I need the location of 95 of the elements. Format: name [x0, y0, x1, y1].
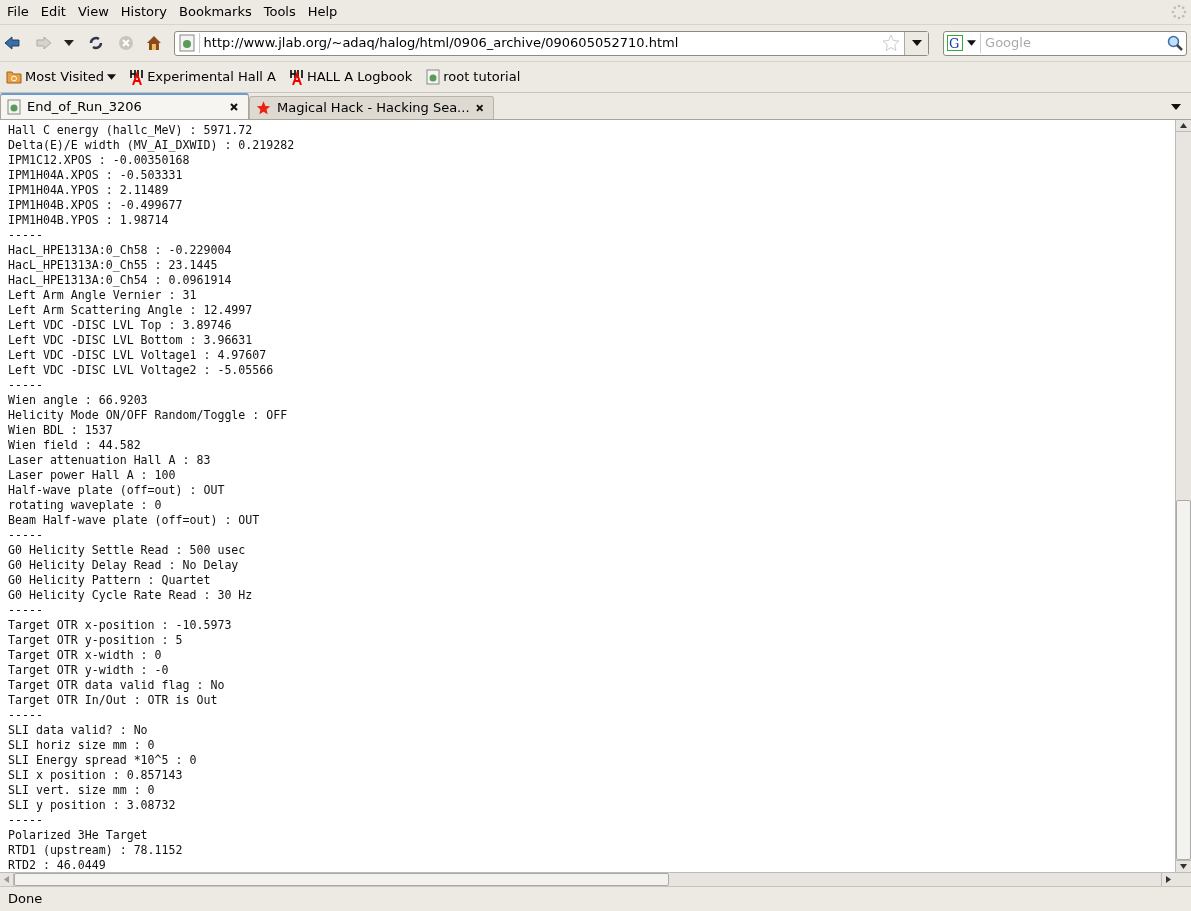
menu-item[interactable]: Bookmarks [174, 0, 257, 24]
throbber-icon [1171, 4, 1187, 20]
log-line: Laser attenuation Hall A : 83 [8, 453, 212, 468]
log-line: Hall C energy (hallc_MeV) : 5971.72 [8, 123, 254, 138]
hall-a-logo-icon [289, 69, 304, 85]
home-icon[interactable] [145, 35, 162, 51]
search-bar[interactable]: G Google [943, 30, 1187, 56]
search-field[interactable]: Google [980, 33, 1167, 53]
log-line: IPM1H04B.XPOS : -0.499677 [8, 198, 184, 213]
page-icon [178, 34, 195, 52]
caret-icon [107, 74, 117, 80]
menu-item[interactable]: Help [302, 0, 343, 24]
log-line: G0 Helicity Cycle Rate Read : 30 Hz [8, 588, 254, 603]
folder-icon [6, 69, 22, 85]
log-line: Left Arm Angle Vernier : 31 [8, 288, 198, 303]
scroll-up-icon[interactable] [1180, 123, 1187, 128]
menu-item[interactable]: Tools [258, 0, 301, 24]
caret-icon [911, 40, 922, 46]
page-icon [426, 69, 441, 85]
log-line: ----- [8, 813, 44, 828]
page-icon [7, 99, 21, 115]
star-icon [256, 100, 271, 116]
log-line: Target OTR data valid flag : No [8, 678, 226, 693]
log-line: Half-wave plate (off=out) : OUT [8, 483, 226, 498]
dropdown-button[interactable] [904, 31, 929, 55]
log-line: Left VDC -DISC LVL Top : 3.89746 [8, 318, 233, 333]
log-line: Wien BDL : 1537 [8, 423, 114, 438]
scrollbar-thumb[interactable] [1176, 500, 1191, 860]
log-line: Left VDC -DISC LVL Voltage2 : -5.05566 [8, 363, 275, 378]
log-line: SLI horiz size mm : 0 [8, 738, 156, 753]
search-icon[interactable] [1167, 35, 1183, 51]
log-line: HacL_HPE1313A:0_Ch55 : 23.1445 [8, 258, 219, 273]
log-line: Beam Half-wave plate (off=out) : OUT [8, 513, 261, 528]
log-line: Laser power Hall A : 100 [8, 468, 177, 483]
menu-item[interactable]: File [2, 0, 34, 24]
log-line: SLI data valid? : No [8, 723, 149, 738]
hall-a-logo-icon [130, 69, 145, 85]
browser-tab[interactable]: Magical Hack - Hacking Sea... [249, 96, 494, 119]
log-line: Helicity Mode ON/OFF Random/Toggle : OFF [8, 408, 289, 423]
log-line: G0 Helicity Pattern : Quartet [8, 573, 212, 588]
log-line: SLI vert. size mm : 0 [8, 783, 156, 798]
menu-item[interactable]: View [72, 0, 114, 24]
log-line: SLI x position : 0.857143 [8, 768, 184, 783]
log-line: IPM1H04B.YPOS : 1.98714 [8, 213, 170, 228]
log-line: IPM1H04A.XPOS : -0.503331 [8, 168, 184, 183]
menu-item[interactable]: History [115, 0, 173, 24]
bookmark-item[interactable]: root tutorial [426, 67, 521, 87]
log-line: G0 Helicity Settle Read : 500 usec [8, 543, 247, 558]
vertical-scrollbar[interactable] [1175, 120, 1191, 872]
log-line: HacL_HPE1313A:0_Ch54 : 0.0961914 [8, 273, 233, 288]
log-line: G0 Helicity Delay Read : No Delay [8, 558, 240, 573]
bookmark-item[interactable]: Most Visited [6, 67, 117, 87]
log-line: ----- [8, 603, 44, 618]
log-line: RTD2 : 46.0449 [8, 858, 107, 872]
scrollbar-thumb[interactable] [14, 873, 669, 886]
back-icon[interactable] [4, 36, 20, 50]
dropdown-arrow-icon[interactable] [63, 40, 74, 46]
close-icon[interactable] [475, 104, 483, 112]
log-line: Target OTR y-position : 5 [8, 633, 184, 648]
log-line: ----- [8, 228, 44, 243]
log-line: SLI y position : 3.08732 [8, 798, 177, 813]
log-line: Target OTR In/Out : OTR is Out [8, 693, 219, 708]
address-field[interactable]: http://www.jlab.org/~adaq/halog/html/0906_archive/090605052710.html [173, 30, 930, 56]
log-line: ----- [8, 378, 44, 393]
scroll-right-icon[interactable] [1166, 876, 1171, 883]
log-line: SLI Energy spread *10^5 : 0 [8, 753, 198, 768]
log-line: Wien angle : 66.9203 [8, 393, 149, 408]
close-icon[interactable] [230, 103, 238, 111]
log-line: rotating waveplate : 0 [8, 498, 163, 513]
browser-tab[interactable]: End_of_Run_3206 [0, 93, 249, 119]
log-line: Delta(E)/E width (MV_AI_DXWID) : 0.219282 [8, 138, 296, 153]
log-line: IPM1H04A.YPOS : 2.11489 [8, 183, 170, 198]
caret-icon[interactable] [967, 40, 977, 46]
log-line: Left Arm Scattering Angle : 12.4997 [8, 303, 254, 318]
log-line: Polarized 3He Target [8, 828, 149, 843]
log-line: HacL_HPE1313A:0_Ch58 : -0.229004 [8, 243, 233, 258]
log-line: Target OTR y-width : -0 [8, 663, 170, 678]
bookmark-item[interactable]: Experimental Hall A [130, 67, 276, 87]
log-line: ----- [8, 528, 44, 543]
log-line: IPM1C12.XPOS : -0.00350168 [8, 153, 191, 168]
reload-icon[interactable] [87, 35, 104, 51]
log-line: Wien field : 44.582 [8, 438, 142, 453]
tab-list-icon[interactable] [1171, 104, 1181, 110]
google-g-icon[interactable]: G [947, 35, 964, 51]
log-line: Target OTR x-position : -10.5973 [8, 618, 233, 633]
log-line: Left VDC -DISC LVL Voltage1 : 4.97607 [8, 348, 268, 363]
log-line: Left VDC -DISC LVL Bottom : 3.96631 [8, 333, 254, 348]
log-line: RTD1 (upstream) : 78.1152 [8, 843, 184, 858]
scroll-down-icon[interactable] [1180, 864, 1187, 869]
menu-item[interactable]: Edit [35, 0, 71, 24]
status-text: Done [8, 890, 43, 909]
bookmark-item[interactable]: HALL A Logbook [289, 67, 413, 87]
star-icon[interactable] [882, 34, 901, 52]
log-line: Target OTR x-width : 0 [8, 648, 163, 663]
log-line: ----- [8, 708, 44, 723]
